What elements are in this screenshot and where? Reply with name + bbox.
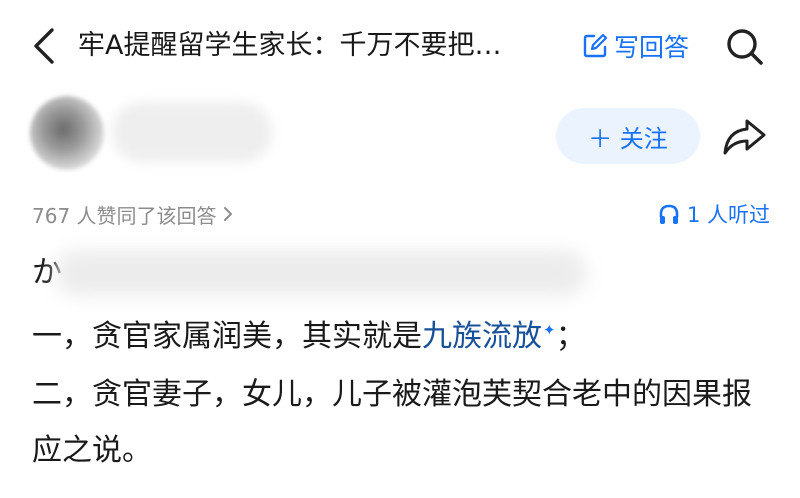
back-button[interactable]: [26, 24, 62, 68]
paragraph-intro: か: [32, 244, 772, 300]
chevron-right-icon: [223, 207, 232, 221]
chevron-left-icon: [34, 28, 54, 64]
paragraph-1-suffix: ；: [555, 319, 586, 354]
blurred-text: [56, 250, 586, 296]
search-icon: [727, 29, 763, 65]
paragraph-1: 一，贪官家属润美，其实就是九族流放✦；: [32, 300, 772, 367]
write-answer-label: 写回答: [614, 33, 690, 62]
answer-content: か 一，贪官家属润美，其实就是九族流放✦； 二，贪官妻子，女儿，儿子被灌泡芙契合…: [32, 244, 772, 479]
vote-count-text: 767 人赞同了该回答: [32, 203, 217, 228]
avatar[interactable]: [30, 96, 104, 170]
headphones-icon: [659, 204, 679, 224]
author-name-blurred[interactable]: [112, 102, 272, 162]
sparkle-icon: ✦: [543, 321, 556, 339]
listen-count-text: 1 人听过: [686, 203, 770, 227]
paragraph-1-prefix: 一，贪官家属润美，其实就是: [32, 319, 422, 354]
vote-count-link[interactable]: 767 人赞同了该回答: [32, 198, 233, 230]
paragraph-2: 二，贪官妻子，女儿，儿子被灌泡芙契合老中的因果报应之说。: [32, 377, 752, 468]
listen-count[interactable]: 1 人听过: [657, 198, 770, 230]
top-bar: 牢A提醒留学生家长：千万不要把… 写回答: [0, 0, 800, 90]
follow-button[interactable]: ＋ 关注: [556, 108, 700, 164]
search-button[interactable]: [722, 24, 768, 70]
keyword-link[interactable]: 九族流放: [422, 319, 542, 354]
author-row: ＋ 关注: [0, 92, 800, 182]
share-icon: [723, 119, 766, 155]
meta-row: 767 人赞同了该回答 1 人听过: [0, 194, 800, 234]
write-answer-button[interactable]: 写回答: [582, 24, 689, 68]
share-button[interactable]: [718, 114, 770, 160]
question-title[interactable]: 牢A提醒留学生家长：千万不要把…: [78, 24, 558, 68]
edit-icon: [583, 33, 608, 58]
